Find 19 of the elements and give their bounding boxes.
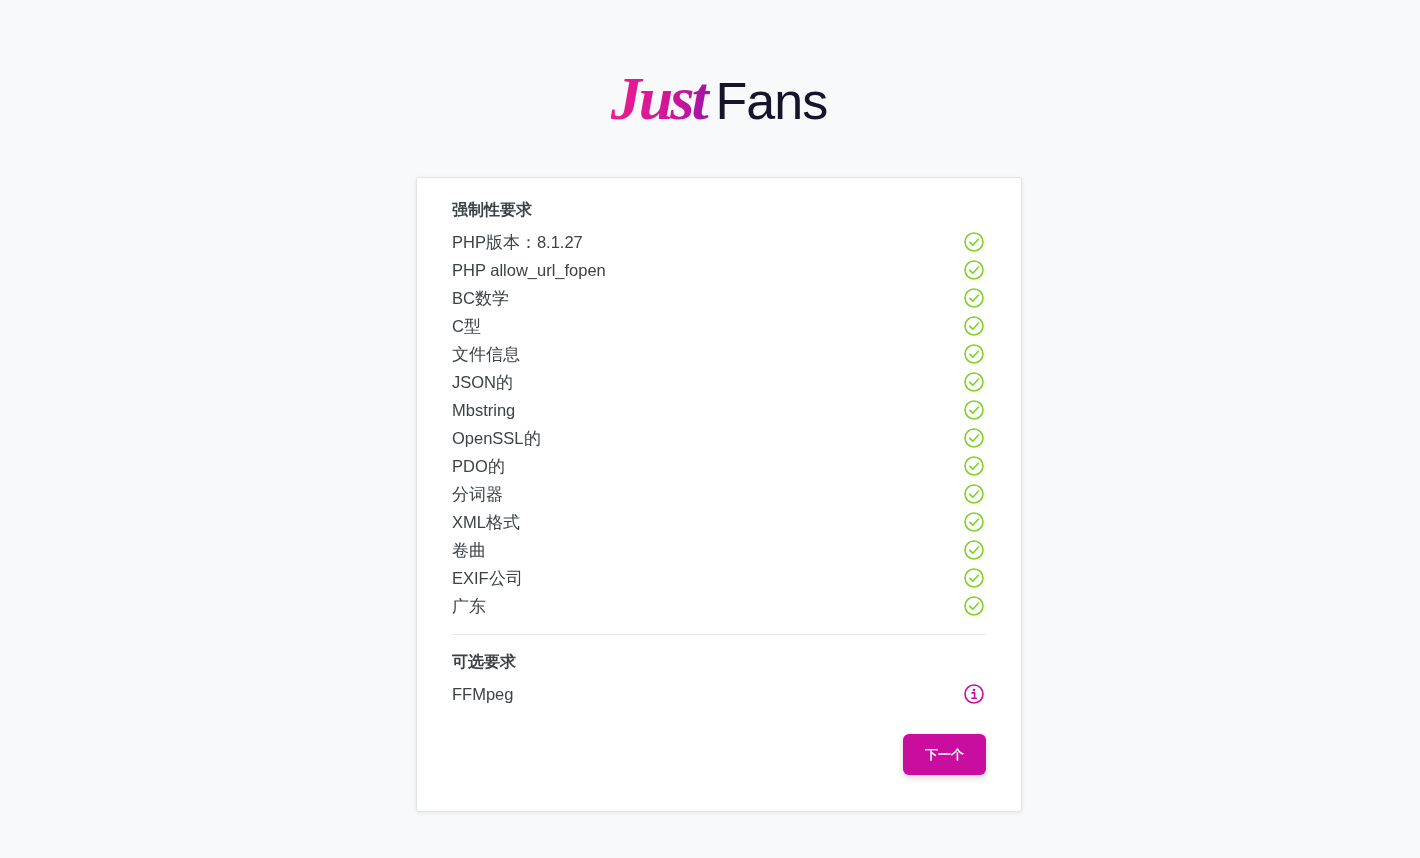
requirement-name: PHP版本：8.1.27 [452, 232, 583, 253]
section-heading: 可选要求 [452, 652, 517, 672]
requirement-name: C型 [452, 316, 481, 337]
requirement-name: OpenSSL的 [452, 428, 541, 449]
requirement-name: PDO的 [452, 456, 505, 477]
requirement-name: BC数学 [452, 288, 509, 309]
logo-wordmark: Fans [715, 71, 828, 132]
requirement-name: 卷曲 [452, 540, 486, 561]
section-heading: 强制性要求 [452, 200, 533, 220]
requirement-name: EXIF公司 [452, 568, 523, 589]
requirement-name: 广东 [452, 596, 486, 617]
requirement-name: Mbstring [452, 400, 516, 421]
requirement-name: PHP allow_url_fopen [452, 260, 606, 281]
next-button[interactable]: 下一个 [903, 734, 986, 775]
requirement-name: 文件信息 [452, 344, 520, 365]
requirement-name: 分词器 [452, 484, 503, 505]
requirement-name: XML格式 [452, 512, 520, 533]
requirement-name: JSON的 [452, 372, 513, 393]
requirement-name: FFMpeg [452, 684, 514, 705]
